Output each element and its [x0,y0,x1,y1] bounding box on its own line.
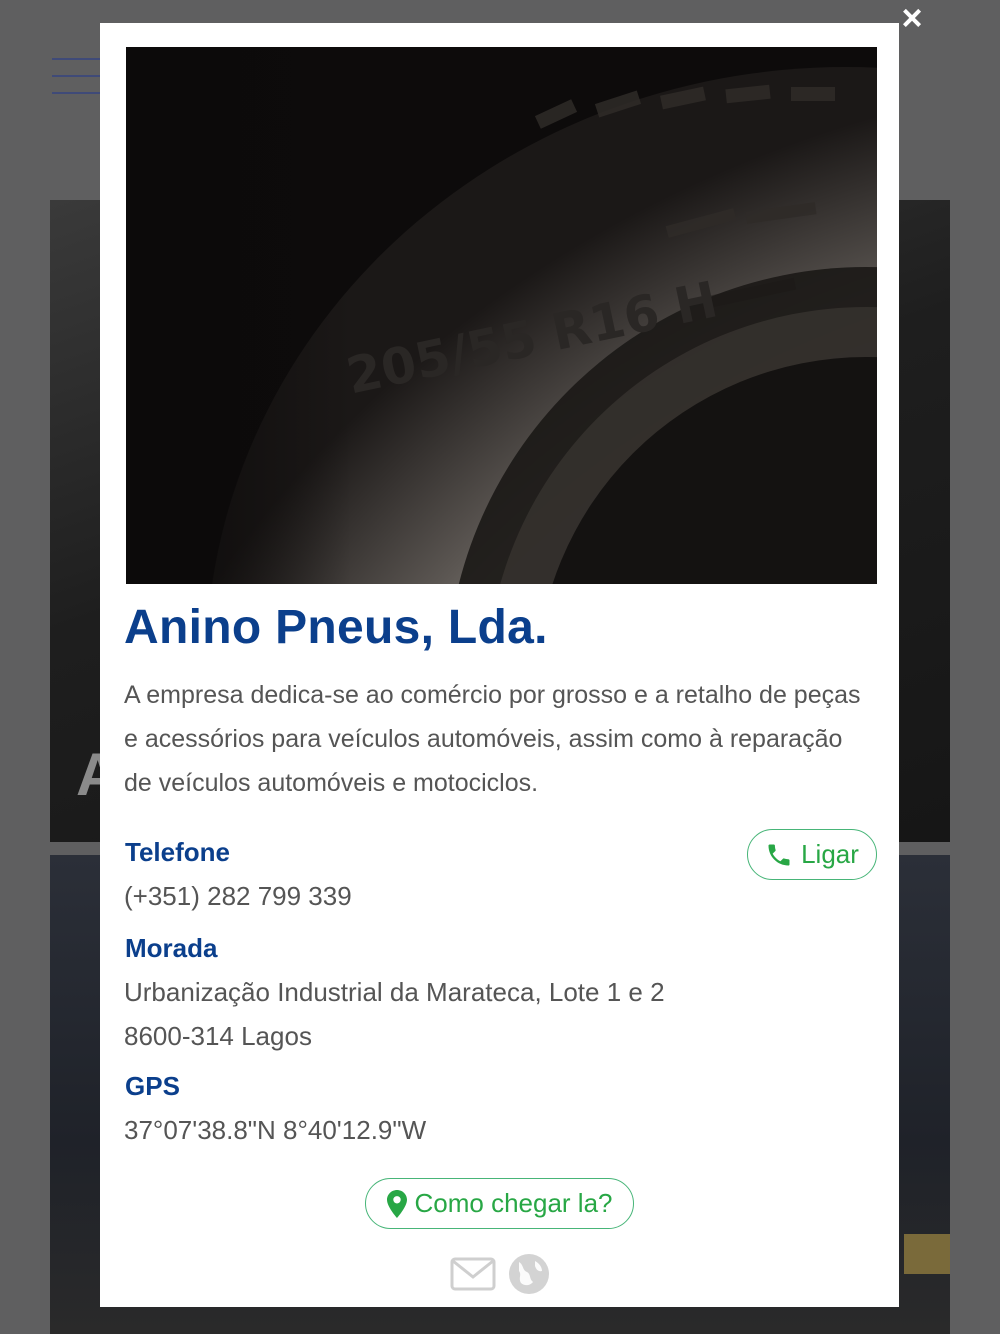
phone-label: Telefone [125,837,230,867]
hamburger-menu-icon [52,58,104,96]
business-details-modal: 205/55 R16 H Anino Pneus, Lda. A empresa… [100,23,899,1307]
address-line-1: Urbanização Industrial da Marateca, Lote… [124,977,665,1007]
map-pin-icon [386,1189,407,1218]
address-line-2: 8600-314 Lagos [124,1021,312,1051]
directions-button-label: Como chegar la? [414,1188,613,1218]
phone-icon [768,844,790,865]
close-icon[interactable]: × [896,0,928,36]
contact-icons [450,1253,550,1295]
gps-label: GPS [125,1071,180,1101]
gps-coordinates: 37°07'38.8"N 8°40'12.9"W [124,1115,427,1145]
company-description: A empresa dedica-se ao comércio por gros… [124,681,861,797]
address-label: Morada [125,933,218,963]
tire-photo: 205/55 R16 H [126,47,877,584]
envelope-icon[interactable] [450,1256,496,1292]
phone-number[interactable]: (+351) 282 799 339 [124,874,352,918]
call-button-label: Ligar [801,839,859,869]
company-name: Anino Pneus, Lda. [124,601,548,654]
background-badge [904,1234,950,1274]
directions-button[interactable]: Como chegar la? [365,1178,634,1229]
globe-icon[interactable] [508,1253,550,1295]
call-button[interactable]: Ligar [747,829,877,880]
